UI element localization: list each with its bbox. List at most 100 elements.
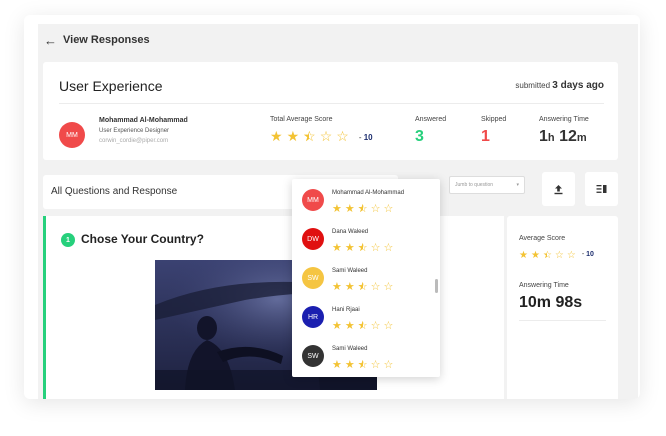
minutes-value: 12 [559, 128, 577, 145]
star-icon: ☆ [319, 128, 333, 144]
user-role: User Experience Designer [99, 128, 170, 134]
avatar: MM [302, 189, 324, 211]
star-icon: ★ [530, 250, 540, 261]
respondents-dropdown[interactable]: MMMohammad Al-Mohammad★★☆★☆☆DWDana Walee… [292, 179, 440, 377]
score-suffix: - 10 [359, 133, 373, 142]
star-icon: ☆ [383, 359, 394, 371]
star-rating: ★★☆★☆☆ [332, 277, 396, 295]
minutes-unit: m [576, 132, 587, 144]
star-icon: ☆★ [357, 320, 368, 332]
star-icon: ★ [332, 203, 342, 215]
star-icon: ★ [332, 320, 342, 332]
survey-title: User Experience [59, 78, 163, 94]
question-number-badge: 1 [61, 233, 75, 247]
star-rating: ★★☆★☆☆ [332, 355, 396, 373]
respondent-name: Sami Waleed [332, 268, 368, 274]
score-value: 10 [363, 132, 373, 142]
star-icon: ☆ [383, 281, 394, 293]
scrollbar[interactable] [435, 279, 438, 293]
star-icon: ☆ [566, 250, 576, 261]
answering-time-value: 10m 98s [519, 294, 583, 311]
star-icon: ☆★ [357, 203, 368, 215]
respondent-name: Mohammad Al-Mohammad [332, 190, 405, 196]
respondent-name: Dana Waleed [332, 229, 369, 235]
star-icon: ★ [344, 320, 355, 332]
respondent-item[interactable]: DWDana Waleed★★☆★☆☆ [292, 221, 432, 261]
star-icon: ★ [270, 128, 283, 144]
star-rating: ★★☆★☆☆ [332, 316, 396, 334]
star-icon: ☆ [370, 359, 381, 371]
star-icon: ☆ [383, 320, 394, 332]
star-rating: ★★☆★☆☆ [519, 245, 579, 263]
star-icon: ★ [286, 128, 300, 144]
column-layout-icon [596, 185, 607, 193]
star-rating: ★★☆★☆☆ [270, 128, 353, 146]
avatar: SW [302, 345, 324, 367]
star-icon: ★ [332, 281, 342, 293]
submitted-label: submitted [515, 81, 551, 90]
star-rating: ★★☆★☆☆ [332, 238, 396, 256]
score-value: 10 [586, 250, 594, 258]
chevron-down-icon: ▾ [516, 182, 519, 188]
star-icon: ☆★ [357, 359, 368, 371]
layout-toggle-button[interactable] [585, 172, 618, 206]
question-title: Chose Your Country? [81, 232, 204, 246]
star-icon: ☆ [383, 242, 394, 254]
respondent-item[interactable]: SWSami Waleed★★☆★☆☆ [292, 260, 432, 300]
star-icon: ★ [332, 242, 342, 254]
respondent-item[interactable]: SWSami Waleed★★☆★☆☆ [292, 338, 432, 377]
hours-value: 1 [539, 128, 548, 145]
divider [59, 103, 604, 104]
arrow-left-icon[interactable]: ← [44, 33, 57, 48]
answering-time-value: 1h 12m [539, 128, 587, 146]
star-icon: ★ [344, 281, 355, 293]
answered-label: Answered [415, 116, 447, 123]
submitted-info: submitted 3 days ago [515, 80, 604, 91]
star-icon: ☆★ [357, 242, 368, 254]
score-suffix: - 10 [581, 250, 594, 258]
star-icon: ☆★ [357, 281, 368, 293]
star-icon: ★ [344, 359, 355, 371]
star-icon: ☆ [370, 203, 381, 215]
answered-count: 3 [415, 128, 424, 145]
response-summary-card: User Experience submitted 3 days ago MM … [43, 62, 618, 160]
score-separator: - [358, 132, 362, 142]
submitted-value: 3 days ago [552, 80, 604, 91]
avatar: MM [59, 122, 85, 148]
export-button[interactable] [542, 172, 575, 206]
star-icon: ☆ [336, 128, 349, 144]
top-bar: ← View Responses [38, 24, 638, 56]
average-score-stars: ★★☆★☆☆ - 10 [519, 245, 594, 263]
skipped-label: Skipped [481, 116, 507, 123]
avatar: DW [302, 228, 324, 250]
respondent-name: Sami Waleed [332, 346, 368, 352]
star-icon: ☆★ [542, 250, 552, 261]
star-icon: ☆★ [303, 128, 316, 144]
app-window: ← View Responses User Experience submitt… [24, 15, 640, 399]
question-stats-card: Average Score ★★☆★☆☆ - 10 Answering Time… [507, 216, 618, 399]
answering-time-label: Answering Time [519, 282, 569, 289]
avatar: HR [302, 306, 324, 328]
star-icon: ☆ [383, 203, 394, 215]
respondent-name: Hani Rjaai [332, 307, 360, 313]
average-score-label: Average Score [519, 235, 566, 242]
answering-time-label: Answering Time [539, 116, 589, 123]
respondent-item[interactable]: MMMohammad Al-Mohammad★★☆★☆☆ [292, 182, 432, 222]
hours-unit: h [547, 132, 555, 144]
jump-to-question-select[interactable]: Jumb to question ▾ [449, 176, 525, 194]
questions-bar-title: All Questions and Response [51, 186, 178, 197]
respondent-item[interactable]: HRHani Rjaai★★☆★☆☆ [292, 299, 432, 339]
page-title: View Responses [63, 34, 150, 46]
divider [519, 320, 606, 321]
user-name: Mohammad Al-Mohammad [99, 117, 188, 124]
star-rating: ★★☆★☆☆ [332, 199, 396, 217]
total-score-stars: ★★☆★☆☆ - 10 [270, 128, 373, 146]
star-icon: ★ [332, 359, 342, 371]
user-email: corwin_cordie@piper.com [99, 138, 169, 144]
star-icon: ☆ [370, 242, 381, 254]
star-icon: ☆ [554, 250, 564, 261]
star-icon: ★ [344, 203, 355, 215]
jump-placeholder: Jumb to question [455, 182, 494, 188]
total-score-label: Total Average Score [270, 116, 333, 123]
app-content: ← View Responses User Experience submitt… [38, 24, 638, 399]
